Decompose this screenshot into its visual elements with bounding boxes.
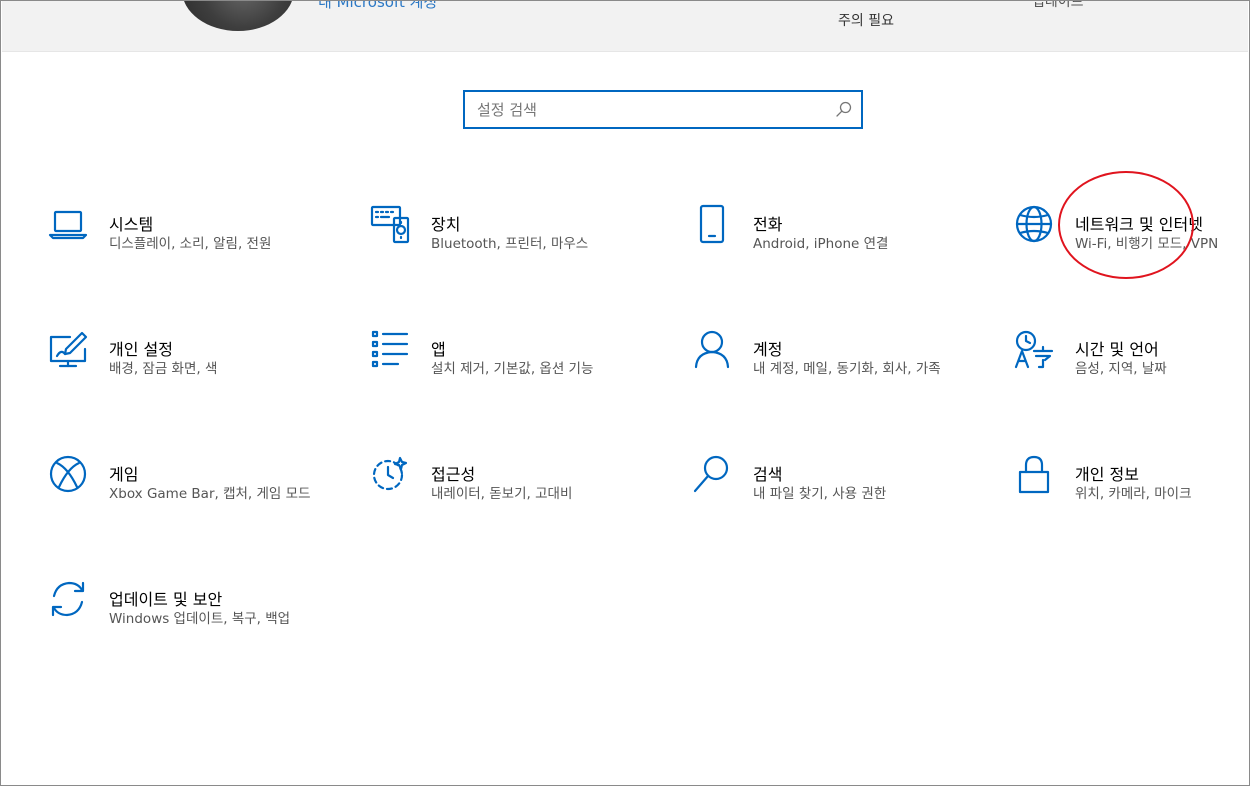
tile-subtitle: 음성, 지역, 날짜 [1075,361,1167,377]
tile-phone[interactable]: 전화 Android, iPhone 연결 [692,204,932,268]
tile-title: 접근성 [431,465,476,484]
tile-time-language[interactable]: 시간 및 언어 음성, 지역, 날짜 [1014,329,1250,393]
person-icon [694,330,730,369]
tile-title: 네트워크 및 인터넷 [1075,215,1203,234]
search-input[interactable] [475,96,829,124]
tile-subtitle: 내레이터, 돋보기, 고대비 [431,486,573,502]
tile-subtitle: 배경, 잠금 화면, 색 [109,361,218,377]
tile-subtitle: 설치 제거, 기본값, 옵션 기능 [431,361,594,377]
microsoft-account-link[interactable]: 내 Microsoft 계정 [318,1,437,12]
tile-title: 앱 [431,340,446,359]
tile-subtitle: Windows 업데이트, 복구, 백업 [109,611,291,627]
lock-icon [1018,455,1050,494]
tile-personalization[interactable]: 개인 설정 배경, 잠금 화면, 색 [48,329,288,393]
tile-gaming[interactable]: 게임 Xbox Game Bar, 캡처, 게임 모드 [48,454,311,518]
tile-title: 게임 [109,465,139,484]
tile-search[interactable]: 검색 내 파일 찾기, 사용 권한 [692,454,932,518]
accessibility-icon [372,456,408,491]
tile-title: 전화 [753,215,783,234]
devices-icon [370,205,410,244]
phone-icon [699,204,725,244]
tile-subtitle: 위치, 카메라, 마이크 [1075,486,1192,502]
tile-apps[interactable]: 앱 설치 제거, 기본값, 옵션 기능 [370,329,610,393]
tile-subtitle: Wi-Fi, 비행기 모드, VPN [1075,236,1219,252]
search-icon [693,455,729,493]
tile-accounts[interactable]: 계정 내 계정, 메일, 동기화, 회사, 가족 [692,329,941,393]
tile-network-internet[interactable]: 네트워크 및 인터넷 Wi-Fi, 비행기 모드, VPN [1014,204,1250,268]
tile-title: 시간 및 언어 [1075,340,1159,359]
tile-system[interactable]: 시스템 디스플레이, 소리, 알림, 전원 [48,204,288,268]
tile-devices[interactable]: 장치 Bluetooth, 프린터, 마우스 [370,204,610,268]
personalization-icon [49,331,88,368]
globe-icon [1015,205,1053,243]
tile-subtitle: Android, iPhone 연결 [753,236,889,252]
update-status-label[interactable]: 업데이트 [1032,1,1084,11]
apps-list-icon [371,330,409,368]
xbox-icon [49,455,87,493]
tile-title: 개인 정보 [1075,465,1139,484]
tile-subtitle: 디스플레이, 소리, 알림, 전원 [109,236,272,252]
sync-icon [51,581,85,617]
attention-status[interactable]: 주의 필요 [838,10,894,30]
tile-title: 검색 [753,465,783,484]
tile-title: 개인 설정 [109,340,173,359]
avatar[interactable] [182,1,294,31]
laptop-icon [48,210,88,240]
tile-title: 업데이트 및 보안 [109,590,223,609]
tile-accessibility[interactable]: 접근성 내레이터, 돋보기, 고대비 [370,454,610,518]
tile-privacy[interactable]: 개인 정보 위치, 카메라, 마이크 [1014,454,1250,518]
tile-title: 계정 [753,340,783,359]
account-header: 내 Microsoft 계정 주의 필요 업데이트 [2,1,1248,52]
settings-search-box[interactable] [463,90,863,129]
tile-subtitle: Bluetooth, 프린터, 마우스 [431,236,589,252]
tile-subtitle: Xbox Game Bar, 캡처, 게임 모드 [109,486,311,502]
tile-title: 장치 [431,215,461,234]
tile-subtitle: 내 계정, 메일, 동기화, 회사, 가족 [753,361,941,377]
tile-title: 시스템 [109,215,154,234]
search-icon[interactable] [835,100,853,118]
time-language-icon [1014,330,1054,369]
settings-window: 내 Microsoft 계정 주의 필요 업데이트 시스템 디스플레이, 소리,… [0,0,1250,786]
tile-subtitle: 내 파일 찾기, 사용 권한 [753,486,887,502]
tile-update-security[interactable]: 업데이트 및 보안 Windows 업데이트, 복구, 백업 [48,579,291,643]
